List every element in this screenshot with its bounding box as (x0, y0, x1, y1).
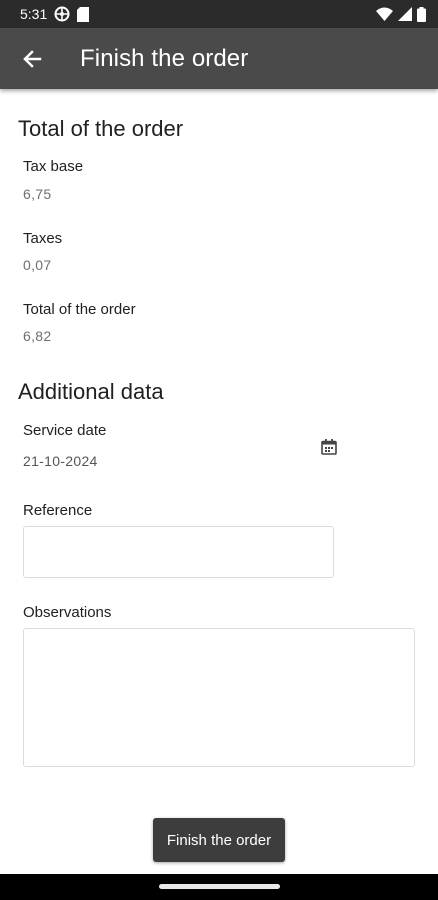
reference-label: Reference (23, 502, 93, 519)
page-title: Finish the order (80, 44, 249, 72)
app-bar: Finish the order (0, 28, 438, 89)
system-navigation-bar (0, 874, 438, 900)
sd-card-icon (77, 6, 90, 22)
reference-input[interactable] (23, 526, 334, 578)
status-bar: 5:31 (0, 0, 438, 28)
taxes-label: Taxes (23, 230, 63, 247)
signal-icon (398, 7, 412, 21)
observations-label: Observations (23, 604, 112, 621)
battery-icon (417, 6, 426, 22)
tax-base-label: Tax base (23, 158, 84, 175)
tax-base-value: 6,75 (23, 186, 52, 202)
service-date-label: Service date (23, 422, 107, 439)
additional-section-title: Additional data (18, 379, 164, 404)
service-date-value[interactable]: 21-10-2024 (23, 453, 98, 469)
status-time: 5:31 (20, 6, 48, 22)
observations-textarea[interactable] (23, 628, 415, 767)
finish-order-button[interactable]: Finish the order (153, 818, 285, 862)
total-value: 6,82 (23, 328, 52, 344)
totals-section-title: Total of the order (18, 116, 184, 141)
back-button[interactable] (0, 28, 64, 89)
calendar-icon (321, 439, 337, 455)
taxes-value: 0,07 (23, 257, 52, 273)
total-label: Total of the order (23, 301, 136, 318)
vpn-icon (54, 6, 70, 22)
home-gesture-handle[interactable] (159, 884, 280, 889)
wifi-icon (376, 7, 393, 21)
arrow-back-icon (23, 49, 42, 68)
calendar-button[interactable] (320, 438, 340, 458)
